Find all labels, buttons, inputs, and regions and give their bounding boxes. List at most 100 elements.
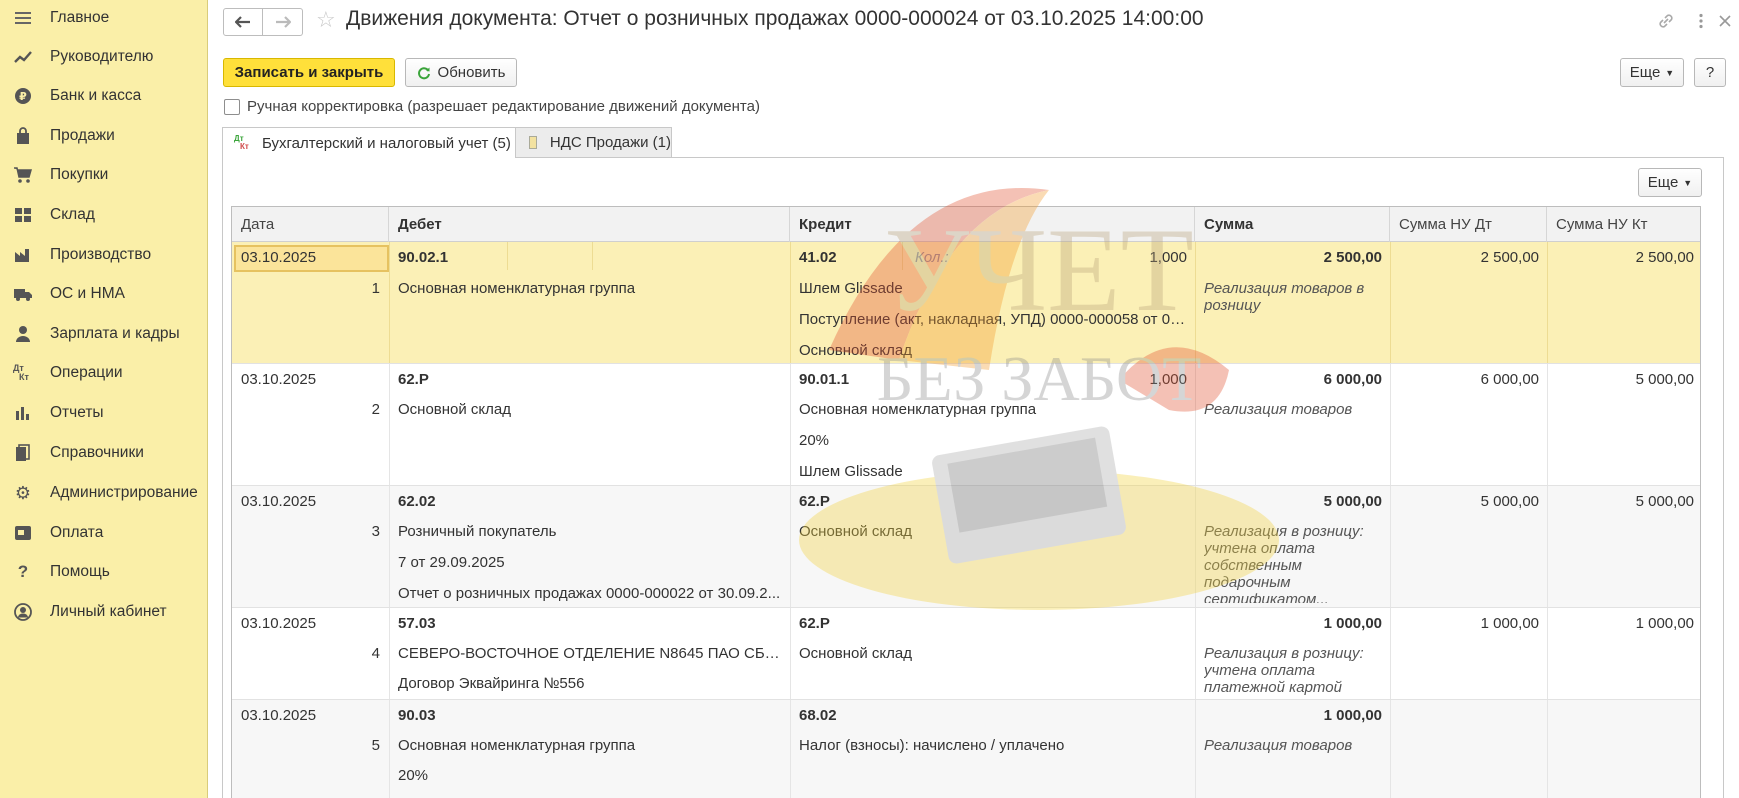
credit-subconto: Налог (взносы): начислено / уплачено xyxy=(799,737,1065,754)
refresh-button[interactable]: Обновить xyxy=(405,58,517,87)
more-button[interactable]: Еще ▼ xyxy=(1620,58,1684,87)
back-button[interactable] xyxy=(223,8,263,36)
forward-button[interactable] xyxy=(263,8,303,36)
table-row[interactable]: 03.10.2025 5 90.03 Основная номенклатурн… xyxy=(232,700,1700,798)
favorite-star-icon[interactable]: ☆ xyxy=(316,8,340,32)
manual-edit-label[interactable]: Ручная корректировка (разрешает редактир… xyxy=(247,98,760,115)
row-number: 5 xyxy=(371,737,380,754)
sidebar-item-label: Производство xyxy=(50,246,152,263)
sidebar-item-sales[interactable]: Продажи xyxy=(0,118,208,154)
sidebar-item-administration[interactable]: ⚙ Администрирование xyxy=(0,475,208,511)
table-more-button[interactable]: Еще ▼ xyxy=(1638,168,1702,197)
help-button[interactable]: ? xyxy=(1694,58,1726,87)
warehouse-icon xyxy=(13,205,33,225)
sidebar-item-label: Администрирование xyxy=(50,484,198,501)
user-circle-icon xyxy=(13,602,33,622)
dropdown-caret-icon: ▼ xyxy=(1665,67,1675,78)
debit-subconto: 20% xyxy=(398,767,429,784)
link-icon[interactable] xyxy=(1655,10,1677,32)
row-content: Реализация товаров xyxy=(1204,401,1353,418)
sidebar: Главное Руководителю ₽ Банк и касса Прод… xyxy=(0,0,208,798)
more-vertical-icon[interactable] xyxy=(1690,10,1712,32)
gear-icon: ⚙ xyxy=(14,482,32,503)
table-row[interactable]: 03.10.2025 2 62.Р Основной склад 90.01.1… xyxy=(232,364,1700,486)
row-sum: 6 000,00 xyxy=(1323,371,1382,388)
sidebar-item-warehouse[interactable]: Склад xyxy=(0,197,208,233)
sidebar-item-label: Отчеты xyxy=(50,404,104,421)
menu-icon xyxy=(13,8,33,28)
column-header-sum[interactable]: Сумма xyxy=(1195,207,1390,242)
table-header: Дата Дебет Кредит Сумма Сумма НУ Дт Сумм… xyxy=(232,207,1700,242)
row-content: Реализация в розницу: учтена оплата собс… xyxy=(1204,523,1364,603)
sidebar-item-production[interactable]: Производство xyxy=(0,237,208,273)
sidebar-item-label: Продажи xyxy=(50,127,115,144)
movements-table: Дата Дебет Кредит Сумма Сумма НУ Дт Сумм… xyxy=(231,206,1701,798)
credit-account: 41.02 xyxy=(799,249,837,266)
dt-kt-icon: Дт Кт xyxy=(234,134,249,151)
tab-label: Бухгалтерский и налоговый учет (5) xyxy=(262,134,511,152)
sidebar-item-label: Главное xyxy=(50,9,110,26)
debit-account: 62.Р xyxy=(398,371,429,388)
debit-subconto: 7 от 29.09.2025 xyxy=(398,554,505,571)
table-row[interactable]: 03.10.2025 4 57.03 СЕВЕРО-ВОСТОЧНОЕ ОТДЕ… xyxy=(232,608,1700,700)
table-row[interactable]: 03.10.2025 1 90.02.1 Основная номенклату… xyxy=(232,242,1700,364)
sidebar-item-label: Помощь xyxy=(50,563,110,580)
close-icon[interactable] xyxy=(1714,10,1736,32)
column-header-sum-nu-dt[interactable]: Сумма НУ Дт xyxy=(1390,207,1547,242)
credit-account: 68.02 xyxy=(799,707,837,724)
manual-edit-checkbox[interactable] xyxy=(224,99,240,115)
sidebar-item-bank[interactable]: ₽ Банк и касса xyxy=(0,78,208,114)
sidebar-item-salary[interactable]: Зарплата и кадры xyxy=(0,316,208,352)
sidebar-item-account[interactable]: Личный кабинет xyxy=(0,594,208,630)
credit-account: 62.Р xyxy=(799,493,830,510)
more-label: Еще xyxy=(1647,174,1679,191)
credit-account: 90.01.1 xyxy=(799,371,850,388)
tab-accounting[interactable]: Дт Кт Бухгалтерский и налоговый учет (5) xyxy=(222,127,516,158)
trend-icon xyxy=(13,47,33,67)
qty-label: Кол.: xyxy=(915,249,949,266)
sidebar-item-fixed-assets[interactable]: ОС и НМА xyxy=(0,276,208,312)
credit-subconto: 20% xyxy=(799,432,830,449)
sidebar-item-label: Покупки xyxy=(50,166,109,183)
credit-qty: 1,000 xyxy=(1149,249,1187,266)
debit-subconto: Розничный покупатель xyxy=(398,523,557,540)
table-row[interactable]: 03.10.2025 3 62.02 Розничный покупатель … xyxy=(232,486,1700,608)
factory-icon xyxy=(13,245,33,265)
sidebar-item-manager[interactable]: Руководителю xyxy=(0,39,208,75)
credit-subconto: Шлем Glissade xyxy=(799,463,903,480)
dropdown-caret-icon: ▼ xyxy=(1683,177,1693,188)
sidebar-item-label: Справочники xyxy=(50,444,144,461)
debit-subconto: Отчет о розничных продажах 0000-000022 о… xyxy=(398,585,781,602)
debit-subconto: Основной склад xyxy=(398,401,512,418)
main-area: ☆ Движения документа: Отчет о розничных … xyxy=(209,0,1739,798)
svg-text:₽: ₽ xyxy=(19,90,27,103)
row-sum: 1 000,00 xyxy=(1323,615,1382,632)
sidebar-item-help[interactable]: ? Помощь xyxy=(0,554,208,590)
column-header-date[interactable]: Дата xyxy=(232,207,389,242)
save-and-close-button[interactable]: Записать и закрыть xyxy=(223,58,395,87)
tab-vat-sales[interactable]: НДС Продажи (1) xyxy=(515,127,672,157)
tab-label: НДС Продажи (1) xyxy=(549,134,671,151)
debit-account: 57.03 xyxy=(398,615,436,632)
bar-chart-icon xyxy=(13,403,33,423)
column-header-sum-nu-kt[interactable]: Сумма НУ Кт xyxy=(1547,207,1700,242)
sidebar-item-operations[interactable]: Дт Кт Операции xyxy=(0,355,208,391)
page-title: Движения документа: Отчет о розничных пр… xyxy=(346,7,1204,30)
sidebar-item-label: ОС и НМА xyxy=(50,285,125,302)
debit-subconto: СЕВЕРО-ВОСТОЧНОЕ ОТДЕЛЕНИЕ N8645 ПАО СБЕ… xyxy=(398,645,785,662)
row-date: 03.10.2025 xyxy=(241,493,317,510)
row-content: Реализация товаров в розницу xyxy=(1204,280,1365,314)
sidebar-item-directories[interactable]: Справочники xyxy=(0,435,208,471)
vat-register-icon xyxy=(529,136,537,149)
row-sum: 2 500,00 xyxy=(1323,249,1382,266)
sidebar-item-main[interactable]: Главное xyxy=(0,0,208,36)
shopping-bag-icon xyxy=(13,126,33,146)
sidebar-item-reports[interactable]: Отчеты xyxy=(0,395,208,431)
sidebar-item-label: Операции xyxy=(50,364,123,381)
sidebar-item-payment[interactable]: Оплата xyxy=(0,515,208,551)
column-header-debit[interactable]: Дебет xyxy=(389,207,790,242)
row-date: 03.10.2025 xyxy=(241,371,317,388)
row-sum-nu-kt: 5 000,00 xyxy=(1635,493,1694,510)
sidebar-item-purchases[interactable]: Покупки xyxy=(0,157,208,193)
column-header-credit[interactable]: Кредит xyxy=(790,207,1195,242)
